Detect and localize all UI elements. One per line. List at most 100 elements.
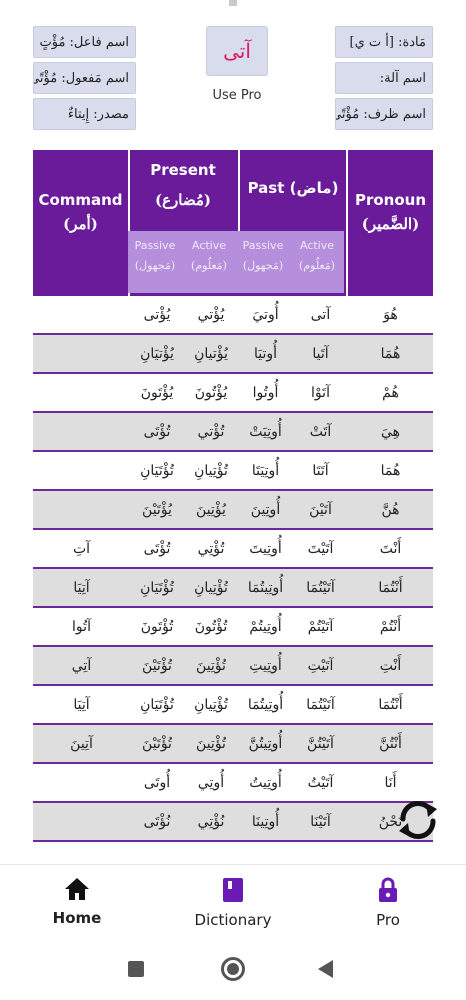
nav-pro[interactable]: Pro — [328, 877, 448, 937]
past-active-cell: آتَيْتُمَا — [306, 696, 335, 713]
past-active-cell: آتَتَا — [312, 462, 329, 479]
present-passive-cell: تُؤْتَيَانِ — [140, 696, 174, 713]
conjugation-rows: هُوَ آتى أُوتيَ يُؤْتي يُؤْتى هُمَا آتَيا أُوتي… — [33, 296, 433, 842]
active-participle-box: اسم فاعل: مُؤْتٍ — [33, 26, 136, 58]
present-passive-cell: تُؤْتَى — [143, 540, 171, 557]
subheader-ar: (مَجهول) — [134, 259, 176, 273]
past-active-cell: آتَتْ — [309, 423, 332, 440]
back-button[interactable] — [318, 960, 333, 978]
refresh-icon[interactable] — [395, 797, 441, 843]
present-passive-cell: يُؤْتيَانِ — [140, 345, 174, 362]
pronoun-cell: هُمْ — [382, 384, 399, 401]
past-active-cell: آتَيْنَا — [310, 813, 331, 830]
subheader-ar: (مَعلُوم) — [191, 259, 227, 273]
present-header-ar: (مُضارع) — [154, 191, 212, 209]
present-active-cell: يُؤْتي — [197, 306, 225, 323]
root-verb-box: آتى — [206, 26, 268, 76]
table-row: أَنْتُمَا آتَيْتُمَا أُوتِيتُمَا تُؤْتِيانِ… — [33, 569, 433, 608]
past-passive-cell: أُوتيَ — [252, 306, 279, 323]
pronoun-cell: أَنْتُنَّ — [379, 735, 402, 752]
present-passive-cell: يُؤْتى — [143, 306, 171, 323]
present-header-en: Present — [150, 161, 216, 179]
header-divider — [238, 150, 240, 231]
present-active-cell: تُؤْتِيانِ — [194, 579, 228, 596]
verbal-noun-box: مصدر: إِيتاءٌ — [33, 98, 136, 130]
subheader-en: Passive — [134, 239, 176, 252]
book-icon — [223, 878, 243, 902]
root-letters-box: مَادة: [أ ت ي] — [335, 26, 433, 58]
pronoun-cell: أَنْتِ — [379, 657, 402, 674]
past-passive-cell: أُوتِيتَ — [249, 540, 282, 557]
present-active-header: Active (مَعلُوم) — [182, 231, 236, 293]
past-active-cell: آتى — [310, 306, 331, 323]
present-active-cell: تُؤْتِيانِ — [194, 462, 228, 479]
nav-home-label: Home — [52, 909, 102, 927]
command-cell: آتِيَا — [73, 696, 90, 713]
present-active-cell: أُوتِي — [197, 774, 225, 791]
passive-participle-box: اسم مَفعول: مُؤْتًى — [33, 62, 136, 94]
command-header-en: Command — [38, 191, 123, 209]
nav-dictionary[interactable]: Dictionary — [173, 877, 293, 937]
subheader-en: Active — [299, 239, 335, 252]
command-cell — [33, 296, 130, 333]
verb-info-panel: اسم فاعل: مُؤْتٍ اسم مَفعول: مُؤْتًى مصد… — [33, 22, 433, 130]
subheader-en: Passive — [242, 239, 284, 252]
present-passive-cell: تُؤْتَى — [143, 423, 171, 440]
table-row: هُوَ آتى أُوتيَ يُؤْتي يُؤْتى — [33, 296, 433, 335]
pronoun-cell: أَنْتُمَا — [378, 696, 403, 713]
past-passive-cell: أُوتِيتِ — [249, 657, 282, 674]
past-passive-cell: أُوتِيَتْ — [249, 423, 282, 440]
top-notch — [229, 0, 237, 6]
home-icon — [65, 878, 89, 900]
past-header-en: Past (ماض) — [247, 179, 339, 197]
command-cell — [33, 764, 130, 801]
present-passive-cell: تُؤْتَيَانِ — [140, 579, 174, 596]
past-passive-cell: أُوتِيتُمَا — [247, 579, 284, 596]
past-passive-cell: أُوتِينَا — [251, 813, 280, 830]
past-passive-header: Passive (مَجهول) — [236, 231, 290, 293]
present-active-cell: تُؤْتي — [197, 423, 225, 440]
present-active-cell: تُؤْتِينَ — [196, 657, 226, 674]
pronoun-cell: هِيَ — [380, 423, 401, 440]
command-cell: آتُوا — [72, 618, 91, 635]
present-passive-cell: نُؤْتَى — [143, 813, 171, 830]
nav-pro-label: Pro — [376, 911, 400, 929]
pronoun-cell: أَنْتُمْ — [379, 618, 402, 635]
present-active-cell: يُؤْتُونَ — [194, 384, 228, 401]
nav-home[interactable]: Home — [17, 877, 137, 937]
home-system-button[interactable] — [221, 957, 245, 981]
nav-dictionary-label: Dictionary — [194, 911, 272, 929]
past-active-cell: آتَيْتُ — [307, 774, 334, 791]
present-active-cell: تُؤْتِينَ — [196, 735, 226, 752]
present-passive-header: Passive (مَجهول) — [128, 231, 182, 293]
present-active-cell: تُؤْتِيانِ — [194, 696, 228, 713]
past-active-cell: آتَيْتِ — [307, 657, 334, 674]
table-row: هِيَ آتَتْ أُوتِيَتْ تُؤْتي تُؤْتَى — [33, 413, 433, 452]
present-passive-cell: تُؤْتَيْنَ — [142, 657, 172, 674]
present-active-cell: يُؤْتِينَ — [196, 501, 226, 518]
table-row: هُنَّ آتَيْنَ أُوتِينَ يُؤْتِينَ يُؤْتَيْنَ — [33, 491, 433, 530]
pronoun-cell: هُمَا — [380, 462, 401, 479]
command-cell: آتِيَا — [73, 579, 90, 596]
command-cell — [33, 413, 130, 450]
table-row: أَنْتَ آتَيْتَ أُوتِيتَ تُؤْتِي تُؤْتَى آتِ — [33, 530, 433, 569]
command-header: Command (أمر) — [33, 188, 128, 236]
pronoun-cell: أَنْتُمَا — [378, 579, 403, 596]
table-row: أَنَا آتَيْتُ أُوتِيتُ أُوتِي أُوتَى — [33, 764, 433, 803]
recents-button[interactable] — [128, 961, 144, 977]
past-passive-cell: أُوتِيتُمَا — [247, 696, 284, 713]
present-passive-cell: يُؤْتَونَ — [140, 384, 174, 401]
command-cell: آتِينَ — [70, 735, 93, 752]
pronoun-header: Pronoun (الضَّمير) — [348, 188, 433, 236]
present-passive-cell: تُؤْتَونَ — [140, 618, 174, 635]
present-active-cell: نُؤْتِي — [197, 813, 225, 830]
present-active-cell: يُؤْتيانِ — [194, 345, 228, 362]
subheader-en: Active — [191, 239, 227, 252]
past-passive-cell: أُوتيَا — [253, 345, 278, 362]
table-header: Command (أمر) Present (مُضارع) Past (ماض… — [33, 150, 433, 296]
table-row: أَنْتُنَّ آتَيْتُنَّ أُوتِيتُنَّ تُؤْتِينَ ت… — [33, 725, 433, 764]
present-active-cell: تُؤْتُونَ — [194, 618, 228, 635]
system-navigation-bar — [0, 944, 466, 1000]
past-passive-cell: أُوتِيتُنَّ — [248, 735, 283, 752]
use-pro-button[interactable]: Use Pro — [199, 82, 275, 108]
